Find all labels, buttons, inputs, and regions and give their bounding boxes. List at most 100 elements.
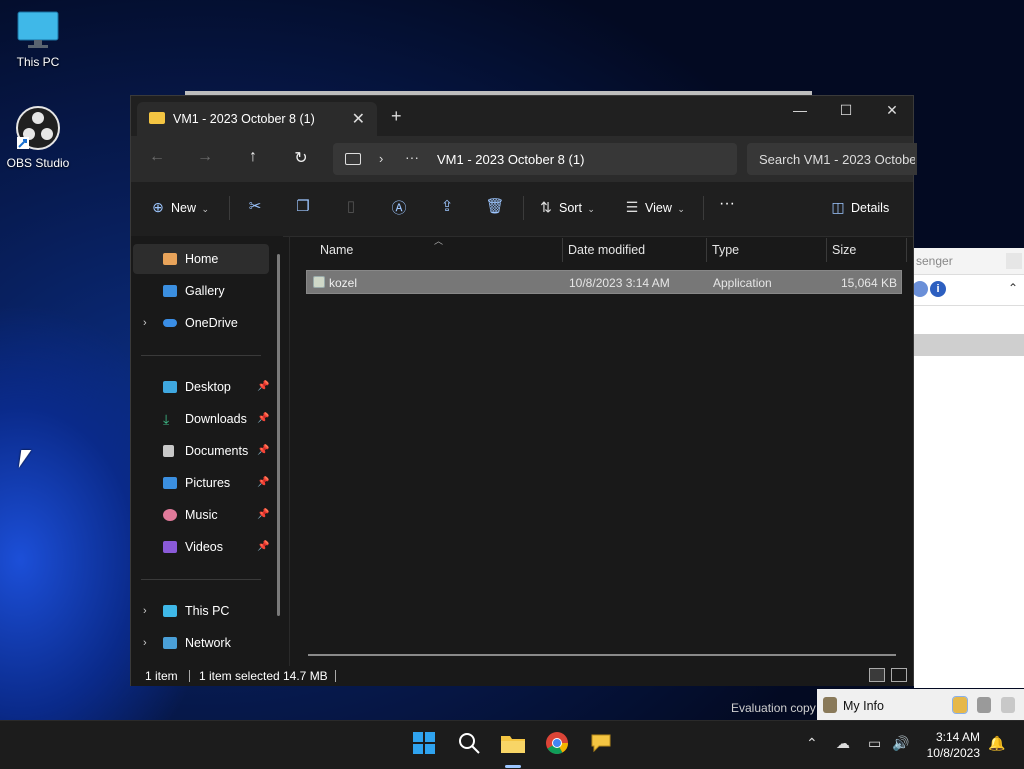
chevron-right-icon[interactable]: ›	[379, 151, 383, 166]
details-view-button[interactable]	[869, 668, 885, 682]
column-separator[interactable]	[562, 238, 563, 262]
chevron-right-icon[interactable]: ›	[143, 308, 147, 338]
close-button[interactable]: ✕	[869, 96, 915, 126]
chevron-down-icon: ⌄	[677, 204, 685, 214]
up-button[interactable]: ↑	[241, 148, 265, 166]
volume-icon[interactable]: 🔊	[892, 735, 909, 752]
tab-close-icon[interactable]: ✕	[352, 109, 365, 129]
file-explorer-window[interactable]: VM1 - 2023 October 8 (1) ✕ + — ☐ ✕ ← → ↑…	[130, 95, 917, 686]
pin-icon[interactable]: 📌	[257, 436, 269, 466]
search-box[interactable]	[747, 143, 917, 175]
nav-item-downloads[interactable]: ⤓ Downloads 📌	[133, 404, 269, 434]
start-windows-icon[interactable]	[410, 731, 438, 759]
address-bar[interactable]: › ··· VM1 - 2023 October 8 (1)	[333, 143, 737, 175]
desktop-icon-this-pc[interactable]: This PC	[0, 10, 76, 69]
nav-item-this-pc[interactable]: › This PC	[133, 596, 269, 626]
clock-date: 10/8/2023	[926, 746, 980, 760]
title-bar: VM1 - 2023 October 8 (1) ✕ + — ☐ ✕	[131, 96, 913, 136]
taskbar: ⌃ ☁ ▭ 🔊 3:14 AM 10/8/2023 🔔	[0, 720, 1024, 769]
desktop-icon-obs-studio[interactable]: OBS Studio	[0, 105, 76, 170]
forward-button[interactable]: →	[193, 148, 217, 166]
user-away-icon[interactable]	[977, 697, 991, 713]
nav-item-gallery[interactable]: Gallery	[133, 276, 269, 306]
nav-item-home[interactable]: Home	[133, 244, 269, 274]
search-icon[interactable]	[455, 731, 483, 759]
navigation-pane: Home Gallery › OneDrive Desktop 📌 ⤓ Down…	[131, 236, 283, 666]
nav-item-documents[interactable]: Documents 📌	[133, 436, 269, 466]
nav-item-videos[interactable]: Videos 📌	[133, 532, 269, 562]
chat-bubble-icon	[591, 734, 611, 753]
nav-item-pictures[interactable]: Pictures 📌	[133, 468, 269, 498]
maximize-button[interactable]: ☐	[823, 96, 869, 126]
new-button[interactable]: ⊕ New ⌄	[149, 199, 209, 216]
messenger-icon[interactable]	[587, 731, 615, 759]
chrome-logo-icon	[546, 732, 568, 754]
chevron-up-icon[interactable]: ⌃	[1008, 281, 1018, 295]
horizontal-scrollbar[interactable]	[308, 654, 896, 656]
new-tab-button[interactable]: +	[391, 106, 402, 127]
close-icon[interactable]	[1006, 253, 1022, 269]
column-header-size[interactable]: Size	[832, 236, 856, 264]
background-window-toolbar: i ⌃	[912, 275, 1024, 306]
nav-item-music[interactable]: Music 📌	[133, 500, 269, 530]
column-separator[interactable]	[706, 238, 707, 262]
info-icon[interactable]: i	[930, 281, 946, 297]
column-header-name[interactable]: Name	[320, 236, 353, 264]
file-name: kozel	[329, 276, 358, 290]
file-date-modified: 10/8/2023 3:14 AM	[569, 276, 670, 290]
breadcrumb-current[interactable]: VM1 - 2023 October 8 (1)	[437, 152, 584, 167]
chevron-right-icon[interactable]: ›	[143, 628, 147, 658]
back-button[interactable]: ←	[145, 148, 169, 166]
windows-logo-icon	[413, 732, 435, 754]
rename-icon[interactable]: Ⓐ	[387, 197, 411, 218]
nav-item-onedrive[interactable]: › OneDrive	[133, 308, 269, 338]
details-button[interactable]: ◫ Details	[829, 199, 889, 216]
chevron-right-icon[interactable]: ›	[143, 596, 147, 626]
column-header-date-modified[interactable]: Date modified	[568, 236, 645, 264]
column-separator[interactable]	[826, 238, 827, 262]
notification-bell-icon[interactable]: 🔔	[988, 735, 1005, 752]
share-icon[interactable]: ⇪	[435, 197, 459, 215]
column-header-type[interactable]: Type	[712, 236, 739, 264]
details-pane-icon: ◫	[831, 199, 845, 215]
view-button[interactable]: ☰ View ⌄	[623, 199, 685, 216]
navigation-scrollbar[interactable]	[277, 254, 280, 616]
desktop-folder-icon	[163, 381, 177, 393]
user-online-icon[interactable]	[952, 696, 968, 714]
system-clock[interactable]: 3:14 AM 10/8/2023	[927, 729, 980, 761]
sort-button[interactable]: ⇅ Sort ⌄	[537, 199, 595, 216]
delete-icon[interactable]: 🗑	[483, 197, 507, 215]
user-offline-icon[interactable]	[1001, 697, 1015, 713]
onedrive-status-icon[interactable]: ☁	[836, 735, 850, 752]
show-hidden-icons-chevron-icon[interactable]: ⌃	[806, 735, 818, 752]
monitor-icon	[163, 605, 177, 617]
network-status-icon[interactable]: ▭	[868, 735, 881, 752]
application-icon	[313, 276, 325, 288]
pin-icon[interactable]: 📌	[257, 500, 269, 530]
messenger-status-strip[interactable]: My Info	[817, 689, 1024, 721]
background-messenger-window[interactable]: senger i ⌃	[912, 248, 1024, 688]
info-icon[interactable]	[912, 281, 928, 297]
nav-item-network[interactable]: › Network	[133, 628, 269, 658]
breadcrumb-more-button[interactable]: ···	[405, 149, 419, 165]
paste-icon[interactable]: ▯	[339, 197, 363, 215]
tab-current-folder[interactable]: VM1 - 2023 October 8 (1) ✕	[137, 102, 377, 136]
minimize-button[interactable]: —	[777, 96, 823, 126]
refresh-button[interactable]: ↻	[289, 148, 313, 168]
nav-item-desktop[interactable]: Desktop 📌	[133, 372, 269, 402]
chrome-icon[interactable]	[543, 731, 571, 759]
desktop-icon-label: This PC	[16, 55, 60, 69]
file-explorer-taskbar-icon[interactable]	[499, 731, 527, 759]
large-icons-view-button[interactable]	[891, 668, 907, 682]
pin-icon[interactable]: 📌	[257, 468, 269, 498]
pin-icon[interactable]: 📌	[257, 404, 269, 434]
search-input[interactable]	[747, 143, 917, 175]
more-options-button[interactable]: ···	[719, 195, 735, 213]
copy-icon[interactable]: ❐	[291, 197, 315, 215]
pin-icon[interactable]: 📌	[257, 372, 269, 402]
cut-icon[interactable]: ✂	[243, 197, 267, 215]
column-separator[interactable]	[906, 238, 907, 262]
file-row[interactable]: kozel 10/8/2023 3:14 AM Application 15,0…	[306, 270, 902, 294]
pin-icon[interactable]: 📌	[257, 532, 269, 562]
my-info-label[interactable]: My Info	[843, 699, 884, 713]
